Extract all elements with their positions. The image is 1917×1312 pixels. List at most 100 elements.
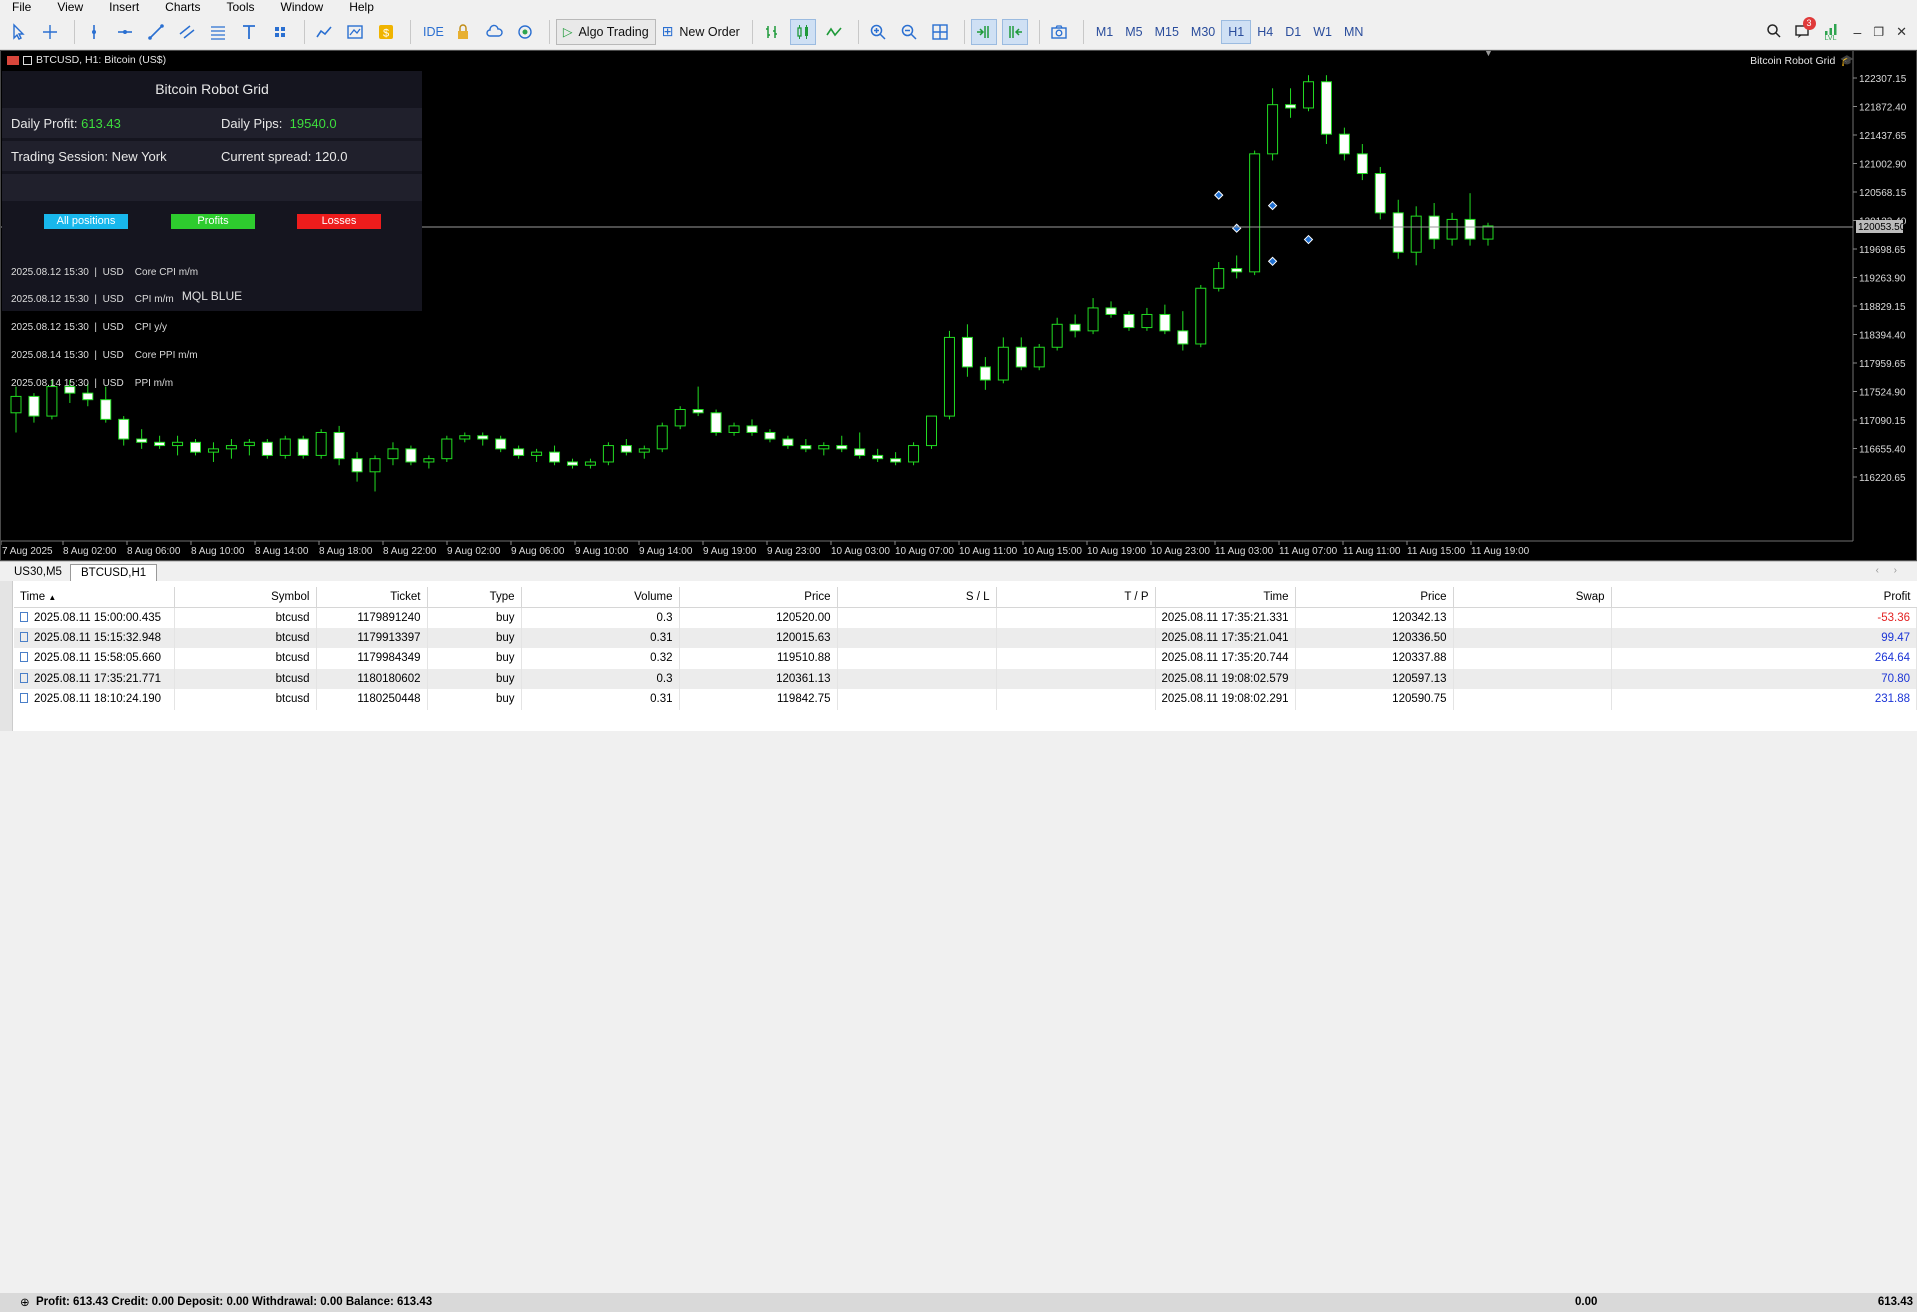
bar-chart-icon[interactable] <box>759 19 785 45</box>
chart-menu-icon[interactable] <box>7 55 19 65</box>
autoscroll-icon[interactable] <box>970 18 997 45</box>
col-type[interactable]: Type <box>427 587 522 608</box>
chart-tabs-bar: US30,M5 BTCUSD,H1 ‹ › <box>0 561 1917 582</box>
shapes-icon[interactable] <box>267 19 293 45</box>
time-tick-label: 10 Aug 11:00 <box>959 546 1018 557</box>
crosshair-icon[interactable] <box>37 19 63 45</box>
col-close-time[interactable]: Time <box>1155 587 1296 608</box>
table-cell: 0.3 <box>521 607 680 628</box>
chart-type-icon <box>23 55 32 65</box>
chart-scroll-arrow-icon[interactable]: ▼ <box>1484 48 1493 58</box>
dollar-icon[interactable]: $ <box>373 19 399 45</box>
timeframe-h1[interactable]: H1 <box>1221 19 1252 44</box>
col-sl[interactable]: S / L <box>837 587 997 608</box>
algo-trading-label: Algo Trading <box>578 24 649 39</box>
table-row[interactable]: 2025.08.11 15:15:32.948 btcusd 1179913397 b… <box>14 627 1917 648</box>
ea-name-text: Bitcoin Robot Grid <box>1750 54 1836 67</box>
timeframe-m15[interactable]: M15 <box>1149 20 1185 44</box>
menu-charts[interactable]: Charts <box>153 0 214 14</box>
timeframe-m1[interactable]: M1 <box>1090 20 1119 44</box>
table-row[interactable]: 2025.08.11 18:10:24.190 btcusd 1180250448 b… <box>14 689 1917 710</box>
table-cell: buy <box>427 668 522 689</box>
losses-button[interactable]: Losses <box>297 214 381 229</box>
col-price[interactable]: Price <box>679 587 838 608</box>
chart-window[interactable]: 122307.15 121872.40 121437.65 121002.90 1205… <box>0 48 1917 561</box>
all-positions-button[interactable]: All positions <box>44 214 128 229</box>
time-tick-label: 9 Aug 06:00 <box>511 546 565 557</box>
search-icon[interactable] <box>1766 23 1782 42</box>
trendline-icon[interactable] <box>143 19 169 45</box>
bearish-candle <box>1159 313 1171 332</box>
lock-icon[interactable] <box>450 19 476 45</box>
menu-help[interactable]: Help <box>337 0 388 14</box>
vertical-line-icon[interactable] <box>81 19 107 45</box>
tab-us30[interactable]: US30,M5 <box>4 564 72 582</box>
timeframe-h4[interactable]: H4 <box>1251 20 1279 44</box>
col-close-price[interactable]: Price <box>1295 587 1454 608</box>
profits-button[interactable]: Profits <box>171 214 255 229</box>
tile-windows-icon[interactable] <box>927 19 953 45</box>
ide-button[interactable]: IDE <box>417 19 450 45</box>
signal-strength-icon[interactable]: LVL <box>1824 23 1838 42</box>
new-order-label: New Order <box>679 24 740 39</box>
templates-icon[interactable] <box>342 19 368 45</box>
col-tp[interactable]: T / P <box>996 587 1156 608</box>
bearish-candle <box>746 425 758 433</box>
news-item: 2025.08.12 15:30 | USD CPI y/y <box>11 322 168 334</box>
bullish-candle <box>1302 81 1314 109</box>
table-cell: 120520.00 <box>679 607 838 628</box>
summary-expand-icon[interactable]: ⊕ <box>20 1295 30 1309</box>
menu-insert[interactable]: Insert <box>97 0 153 14</box>
tabs-scroll-right-icon[interactable]: › <box>1894 565 1897 576</box>
menu-window[interactable]: Window <box>269 0 338 14</box>
restore-icon[interactable]: ❐ <box>1873 25 1884 39</box>
table-cell <box>837 627 997 648</box>
col-swap[interactable]: Swap <box>1453 587 1612 608</box>
signals-icon[interactable] <box>512 19 538 45</box>
bullish-candle <box>387 448 399 460</box>
indicators-icon[interactable] <box>311 19 337 45</box>
col-ticket[interactable]: Ticket <box>316 587 428 608</box>
new-order-button[interactable]: ⊞ New Order <box>656 19 746 45</box>
timeframe-mn[interactable]: MN <box>1338 20 1369 44</box>
fibonacci-icon[interactable] <box>205 19 231 45</box>
table-cell: 1180180602 <box>316 668 428 689</box>
notifications-icon[interactable]: 3 <box>1794 17 1816 41</box>
col-profit[interactable]: Profit <box>1611 587 1917 608</box>
timeframe-w1[interactable]: W1 <box>1307 20 1338 44</box>
cursor-icon[interactable] <box>6 19 32 45</box>
price-tick-label: 117090.15 <box>1859 416 1906 427</box>
table-row[interactable]: 2025.08.11 15:00:00.435 btcusd 1179891240 b… <box>14 607 1917 628</box>
algo-trading-button[interactable]: ▷ Algo Trading <box>555 18 656 45</box>
horizontal-line-icon[interactable] <box>112 19 138 45</box>
channel-icon[interactable] <box>174 19 200 45</box>
menu-tools[interactable]: Tools <box>215 0 269 14</box>
text-tool-icon[interactable] <box>236 19 262 45</box>
candlestick-icon[interactable] <box>789 18 816 45</box>
zoom-out-icon[interactable] <box>896 19 922 45</box>
timeframe-m30[interactable]: M30 <box>1185 20 1221 44</box>
chart-shift-icon[interactable] <box>1001 18 1028 45</box>
daily-profit-value: 613.43 <box>81 116 121 131</box>
table-row[interactable]: 2025.08.11 17:35:21.771 btcusd 1180180602 b… <box>14 668 1917 689</box>
menu-file[interactable]: File <box>0 0 45 14</box>
table-row[interactable]: 2025.08.11 15:58:05.660 btcusd 1179984349 b… <box>14 648 1917 669</box>
col-time[interactable]: Time ▲ <box>14 587 175 608</box>
timeframe-d1[interactable]: D1 <box>1279 20 1307 44</box>
tab-btcusd[interactable]: BTCUSD,H1 <box>70 564 158 582</box>
table-cell: 1180250448 <box>316 689 428 710</box>
zoom-in-icon[interactable] <box>865 19 891 45</box>
timeframe-m5[interactable]: M5 <box>1119 20 1148 44</box>
bearish-candle <box>1177 330 1189 345</box>
cloud-icon[interactable] <box>481 19 507 45</box>
menu-view[interactable]: View <box>45 0 97 14</box>
tabs-scroll-left-icon[interactable]: ‹ <box>1876 565 1879 576</box>
bearish-candle <box>710 412 722 433</box>
minimize-icon[interactable]: – <box>1854 24 1862 40</box>
screenshot-icon[interactable] <box>1046 19 1072 45</box>
col-volume[interactable]: Volume <box>521 587 680 608</box>
col-symbol[interactable]: Symbol <box>174 587 317 608</box>
close-icon[interactable]: ✕ <box>1896 24 1907 40</box>
bullish-candle <box>1051 323 1063 348</box>
line-chart-icon[interactable] <box>821 19 847 45</box>
